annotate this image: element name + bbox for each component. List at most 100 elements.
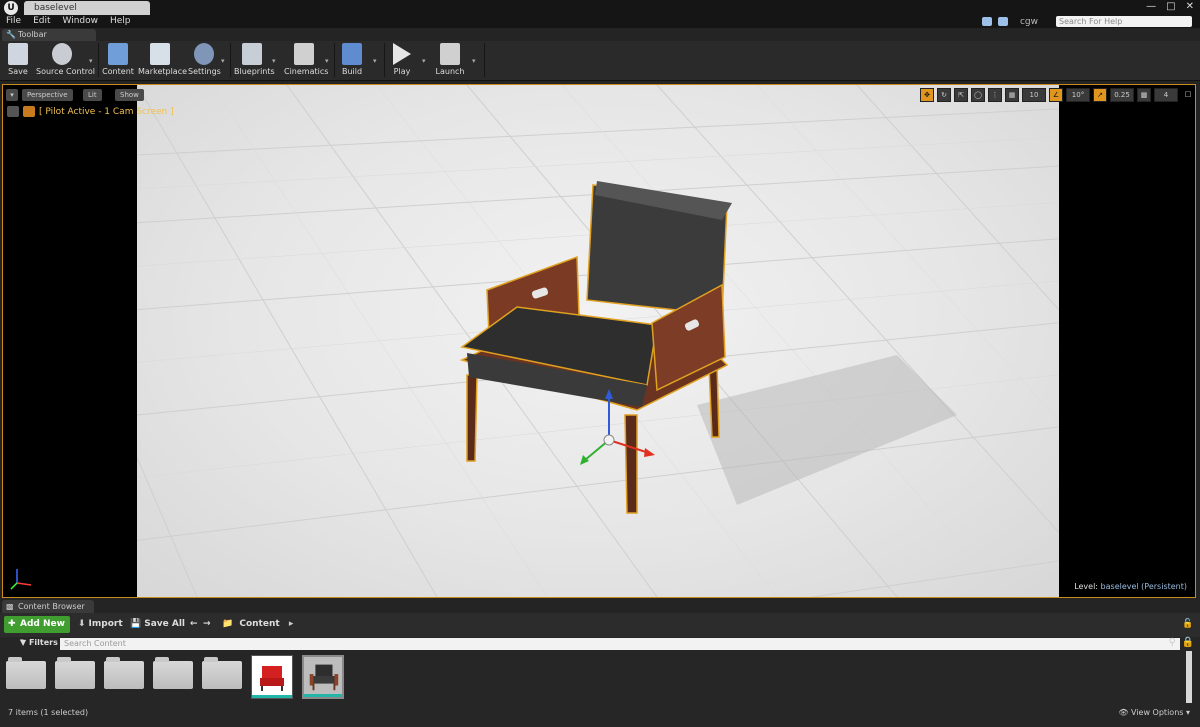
history-forward-icon[interactable]: →	[203, 619, 211, 629]
source-control-button[interactable]: Source Control	[36, 43, 95, 79]
add-new-button[interactable]: ✚ Add New ▾	[4, 616, 70, 645]
history-back-icon[interactable]: ←	[190, 619, 198, 629]
save-icon	[8, 43, 28, 65]
filters-dropdown[interactable]: ▼ Filters ▾	[20, 638, 65, 647]
filters-label: Filters	[28, 638, 58, 647]
asset-tiles	[6, 655, 344, 699]
path-breadcrumb[interactable]: 📁 Content ▸	[222, 619, 296, 629]
marketplace-button[interactable]: Marketplace	[138, 43, 187, 79]
folder-tile[interactable]	[153, 655, 193, 697]
eject-pilot-icon[interactable]	[7, 106, 19, 117]
launch-button[interactable]: Launch	[434, 43, 466, 79]
import-label: Import	[88, 619, 123, 629]
save-all-button[interactable]: 💾 Save All	[130, 619, 185, 629]
minimize-icon[interactable]: —	[1146, 1, 1156, 12]
maximize-viewport-icon[interactable]: □	[1181, 88, 1195, 102]
play-dropdown[interactable]: ▾	[422, 57, 428, 65]
folder-tile[interactable]	[6, 655, 46, 697]
source-control-dropdown[interactable]: ▾	[89, 57, 95, 65]
folder-tile[interactable]	[55, 655, 95, 697]
maximize-icon[interactable]: □	[1166, 1, 1175, 12]
content-button[interactable]: Content	[102, 43, 134, 79]
cinematics-button[interactable]: Cinematics	[284, 43, 328, 79]
asset-thumbnail-red-chair[interactable]	[251, 655, 293, 699]
scale-snap-icon[interactable]: ↗	[1093, 88, 1107, 102]
add-icon: ✚	[8, 619, 16, 629]
camera-speed-value[interactable]: 4	[1154, 88, 1178, 102]
menu-window[interactable]: Window	[63, 15, 99, 28]
menu-help[interactable]: Help	[110, 15, 131, 28]
level-viewport[interactable]: ▾ Perspective Lit Show ✥ ↻ ⇱ ◯ ⋮ ▦ 10 ∠ …	[2, 84, 1196, 598]
content-scrollbar[interactable]	[1186, 651, 1192, 703]
folder-icon	[153, 657, 193, 689]
content-icon	[108, 43, 128, 65]
wood-chair-icon	[309, 664, 339, 691]
filter-search-row: ▼ Filters ▾ Search Content ⚲ 🔒	[0, 637, 1200, 651]
content-browser-tab-label: Content Browser	[18, 602, 85, 611]
viewport-scene[interactable]	[137, 85, 1059, 597]
show-button[interactable]: Show	[115, 89, 144, 101]
asset-type-stripe	[304, 694, 342, 697]
save-button[interactable]: Save	[4, 43, 32, 79]
level-label: Level:	[1074, 582, 1098, 591]
viewport-options-icon[interactable]: ▾	[6, 89, 18, 101]
cinematics-dropdown[interactable]: ▾	[325, 57, 331, 65]
path-chevron-icon: ▸	[288, 619, 294, 629]
world-local-icon[interactable]: ◯	[971, 88, 985, 102]
play-button[interactable]: Play	[388, 43, 416, 79]
search-help-input[interactable]: Search For Help	[1056, 16, 1192, 27]
marketplace-icon	[150, 43, 170, 65]
chair-shadow	[697, 355, 957, 505]
lock-browser-icon[interactable]: 🔓	[1182, 619, 1193, 629]
menu-edit[interactable]: Edit	[33, 15, 50, 28]
folder-icon	[55, 657, 95, 689]
settings-button[interactable]: Settings	[188, 43, 221, 79]
launch-dropdown[interactable]: ▾	[472, 57, 478, 65]
surface-snap-icon[interactable]: ⋮	[988, 88, 1002, 102]
content-search-input[interactable]: Search Content	[60, 638, 1180, 650]
wrench-icon: 🔧	[6, 30, 16, 39]
content-browser-tab[interactable]: ▩ Content Browser	[2, 600, 94, 613]
content-lock-icon[interactable]: 🔒	[1182, 637, 1194, 648]
scale-tool-icon[interactable]: ⇱	[954, 88, 968, 102]
grid-snap-icon[interactable]: ▦	[1005, 88, 1019, 102]
source-control-status-icon[interactable]	[997, 17, 1008, 26]
grid-snap-value[interactable]: 10	[1022, 88, 1046, 102]
source-control-icon	[52, 43, 72, 65]
lit-button[interactable]: Lit	[83, 89, 102, 101]
level-document-tab[interactable]: baselevel	[24, 1, 150, 15]
red-chair-icon	[260, 666, 284, 691]
rotation-snap-icon[interactable]: ∠	[1049, 88, 1063, 102]
blueprints-icon	[242, 43, 262, 65]
build-dropdown[interactable]: ▾	[373, 57, 379, 65]
blueprints-dropdown[interactable]: ▾	[272, 57, 278, 65]
rotation-snap-value[interactable]: 10°	[1066, 88, 1090, 102]
lock-camera-icon[interactable]	[23, 106, 35, 117]
chair-model[interactable]	[459, 181, 732, 514]
asset-thumbnail-wood-chair[interactable]	[302, 655, 344, 699]
import-button[interactable]: ⬇ Import	[78, 619, 123, 629]
menu-file[interactable]: File	[6, 15, 21, 28]
viewport-transform-tools: ✥ ↻ ⇱ ◯ ⋮ ▦ 10 ∠ 10° ↗ 0.25 ▩ 4 □	[920, 88, 1195, 102]
close-icon[interactable]: ✕	[1186, 1, 1194, 12]
header-tools: cgw	[981, 15, 1050, 28]
save-all-label: Save All	[144, 619, 186, 629]
blueprints-button[interactable]: Blueprints	[234, 43, 275, 79]
view-options-button[interactable]: 👁 View Options ▾	[1118, 705, 1190, 721]
toolbar-separator	[230, 43, 231, 77]
toolbar-panel-tab[interactable]: 🔧 Toolbar	[2, 29, 96, 41]
folder-tile[interactable]	[104, 655, 144, 697]
folder-tile[interactable]	[202, 655, 242, 697]
perspective-button[interactable]: Perspective	[22, 89, 73, 101]
window-controls: — □ ✕	[1146, 1, 1194, 12]
toolbar-separator	[384, 43, 385, 77]
translate-tool-icon[interactable]: ✥	[920, 88, 934, 102]
rotate-tool-icon[interactable]: ↻	[937, 88, 951, 102]
build-icon	[342, 43, 362, 65]
content-browser-panel: ✚ Add New ▾ ⬇ Import 💾 Save All ← → 📁 Cont…	[0, 613, 1200, 727]
scale-snap-value[interactable]: 0.25	[1110, 88, 1134, 102]
settings-dropdown[interactable]: ▾	[221, 57, 227, 65]
build-button[interactable]: Build	[338, 43, 366, 79]
camera-speed-icon[interactable]: ▩	[1137, 88, 1151, 102]
chat-icon[interactable]	[981, 17, 992, 26]
